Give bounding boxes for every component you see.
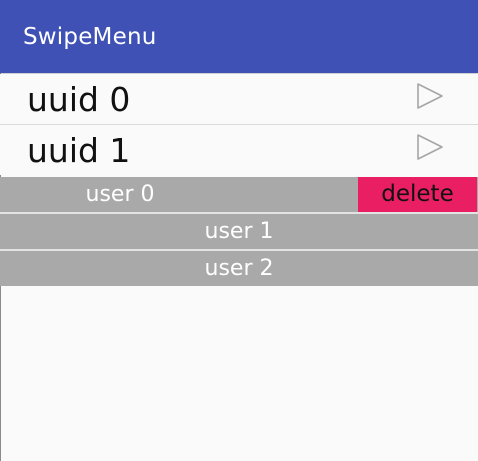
list-item-title: uuid 0 (27, 80, 131, 119)
play-icon[interactable] (416, 133, 444, 161)
app-bar: SwipeMenu (0, 0, 478, 73)
play-icon[interactable] (416, 82, 444, 110)
list-item[interactable]: uuid 1 (0, 125, 478, 175)
swipe-row[interactable]: user 2 (0, 251, 478, 286)
swipe-row-label: user 2 (204, 256, 274, 281)
swipe-row[interactable]: user 1 (0, 214, 478, 249)
list-item-title: uuid 1 (27, 131, 131, 170)
swipe-row[interactable]: user 0 delete (0, 177, 478, 212)
list-item[interactable]: uuid 0 (0, 74, 478, 124)
app-title: SwipeMenu (23, 24, 157, 50)
delete-button[interactable]: delete (358, 177, 477, 212)
swipe-row-label: user 1 (204, 219, 274, 244)
swipe-row-label: user 0 (85, 182, 155, 207)
